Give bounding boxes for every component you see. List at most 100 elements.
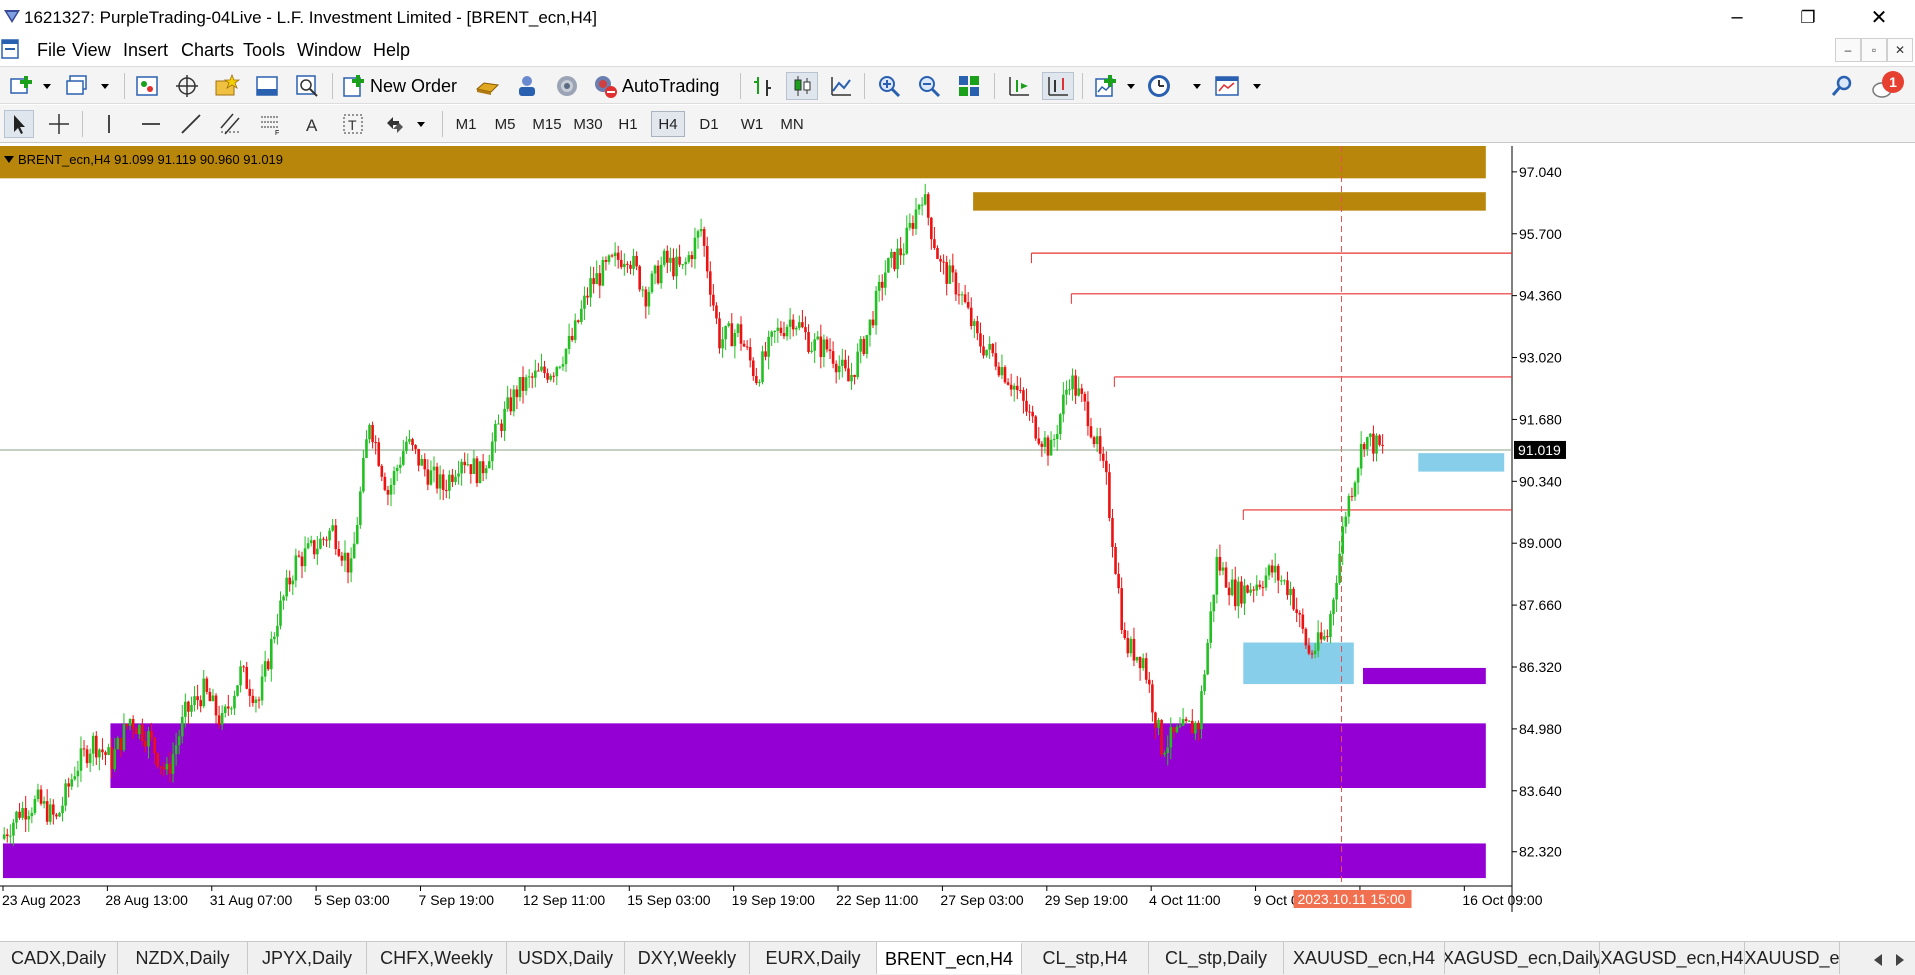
notifications-button[interactable]: 1 — [1864, 71, 1906, 100]
trendline-tool-button[interactable] — [176, 110, 206, 138]
menu-view[interactable]: View — [72, 40, 111, 61]
mdi-minimize-button[interactable]: – — [1835, 38, 1861, 62]
chart-tab[interactable]: EURX,Daily — [750, 942, 877, 974]
mdi-restore-button[interactable]: ▫ — [1861, 38, 1887, 62]
chart-tab[interactable]: DXY,Weekly — [625, 942, 750, 974]
bull-candle — [408, 439, 411, 442]
timeframe-d1[interactable]: D1 — [693, 111, 725, 137]
bull-candle — [699, 229, 703, 232]
chart-tab[interactable]: CHFX,Weekly — [367, 942, 507, 974]
profiles-dropdown[interactable] — [98, 72, 112, 100]
templates-dropdown[interactable] — [1250, 72, 1264, 100]
periods-button[interactable] — [1144, 72, 1174, 100]
chart-tab[interactable]: USDX,Daily — [507, 942, 625, 974]
chart-tab[interactable]: XAGUSD_ecn,Daily — [1445, 942, 1600, 974]
bar-chart-button[interactable] — [748, 72, 778, 100]
chart-canvas[interactable]: 97.040 95.700 94.360 93.020 91.680 90.340 89.0… — [0, 146, 1915, 912]
signals-button[interactable] — [512, 72, 542, 100]
bull-candle — [484, 468, 488, 474]
auto-scroll-button[interactable] — [1042, 72, 1074, 100]
timeframe-h1[interactable]: H1 — [612, 111, 644, 137]
indicators-dropdown[interactable] — [1124, 72, 1138, 100]
menu-charts[interactable]: Charts — [181, 40, 234, 61]
tab-scroll-left-button[interactable] — [1868, 950, 1888, 970]
bear-candle — [1381, 444, 1384, 446]
chart-tab[interactable]: XAGUSD_ecn,H4 — [1600, 942, 1745, 974]
chart-tab[interactable]: BRENT_ecn,H4 — [877, 942, 1022, 974]
window-close-button[interactable]: ✕ — [1849, 0, 1909, 35]
tile-windows-button[interactable] — [954, 72, 984, 100]
chart-tab[interactable]: CL_stp,H4 — [1022, 942, 1149, 974]
gold-bars-button[interactable] — [472, 72, 502, 100]
timeframe-m30[interactable]: M30 — [569, 111, 607, 137]
arrows-tool-button[interactable] — [380, 110, 410, 138]
bear-candle — [819, 336, 823, 358]
autotrading-button[interactable]: AutoTrading — [592, 72, 732, 100]
search-button[interactable] — [1827, 72, 1857, 100]
crosshair-tool-button[interactable] — [44, 110, 74, 138]
chart-tab[interactable]: CADX,Daily — [0, 942, 118, 974]
zoom-in-button[interactable] — [874, 72, 904, 100]
navigator-button[interactable] — [172, 72, 202, 100]
window-minimize-button[interactable]: – — [1707, 0, 1767, 35]
window-maximize-button[interactable]: ❐ — [1778, 0, 1838, 35]
chart-tab[interactable]: XAUUSD_ecn,H4 — [1284, 942, 1445, 974]
candlestick-chart-button[interactable] — [786, 72, 818, 100]
chart-tab[interactable]: NZDX,Daily — [118, 942, 248, 974]
timeframe-m1[interactable]: M1 — [450, 111, 482, 137]
text-tool-button[interactable]: A — [298, 110, 328, 138]
bear-candle — [312, 540, 316, 555]
chart-tab[interactable]: JPYX,Daily — [248, 942, 367, 974]
tab-scroll-right-button[interactable] — [1890, 950, 1910, 970]
new-chart-button[interactable] — [6, 72, 40, 100]
periods-dropdown[interactable] — [1190, 72, 1204, 100]
chart-tab[interactable]: CL_stp,Daily — [1149, 942, 1284, 974]
price-chart[interactable]: 97.040 95.700 94.360 93.020 91.680 90.340 89.0… — [0, 146, 1915, 912]
bull-candle — [988, 343, 991, 350]
terminal-button[interactable] — [252, 72, 282, 100]
new-chart-dropdown[interactable] — [40, 72, 54, 100]
fibonacci-tool-button[interactable]: F — [256, 110, 286, 138]
favorites-button[interactable] — [212, 72, 242, 100]
timeframe-m5[interactable]: M5 — [489, 111, 521, 137]
chart-tab[interactable]: XAUUSD_e — [1745, 942, 1840, 974]
menu-help[interactable]: Help — [373, 40, 410, 61]
text-label-tool-button[interactable]: T — [338, 110, 368, 138]
menu-file[interactable]: File — [37, 40, 66, 61]
bear-candle — [1304, 628, 1308, 646]
timeframe-mn[interactable]: MN — [774, 111, 810, 137]
zoom-out-button[interactable] — [914, 72, 944, 100]
market-watch-button[interactable] — [132, 72, 162, 100]
timeframe-w1[interactable]: W1 — [735, 111, 769, 137]
menu-window[interactable]: Window — [297, 40, 361, 61]
collapse-triangle-icon[interactable] — [4, 156, 14, 163]
bear-candle — [131, 719, 135, 729]
bull-candle — [1169, 727, 1173, 748]
bear-candle — [880, 281, 884, 288]
mdi-close-button[interactable]: ✕ — [1887, 38, 1913, 62]
templates-button[interactable] — [1212, 72, 1244, 100]
line-chart-button[interactable] — [826, 72, 856, 100]
chart-shift-button[interactable] — [1004, 72, 1034, 100]
market-watch-icon — [136, 76, 158, 96]
horizontal-line-tool-button[interactable] — [136, 110, 166, 138]
market-button[interactable] — [552, 72, 582, 100]
cursor-tool-button[interactable] — [4, 110, 34, 138]
menu-tools[interactable]: Tools — [243, 40, 285, 61]
bear-candle — [1022, 390, 1025, 401]
chart-document-icon[interactable] — [0, 37, 22, 61]
new-order-button[interactable]: New Order — [342, 72, 464, 100]
vertical-line-tool-button[interactable] — [94, 110, 124, 138]
bear-candle — [751, 360, 755, 376]
arrows-dropdown[interactable] — [414, 110, 428, 138]
strategy-tester-button[interactable] — [292, 72, 322, 100]
user-signal-icon — [519, 76, 535, 96]
profiles-button[interactable] — [62, 72, 96, 100]
menu-insert[interactable]: Insert — [123, 40, 168, 61]
timeframe-m15[interactable]: M15 — [528, 111, 566, 137]
bull-candle — [147, 731, 150, 747]
bear-candle — [346, 552, 350, 573]
channel-tool-button[interactable] — [216, 110, 246, 138]
timeframe-h4[interactable]: H4 — [651, 111, 685, 137]
indicators-button[interactable] — [1092, 72, 1122, 100]
